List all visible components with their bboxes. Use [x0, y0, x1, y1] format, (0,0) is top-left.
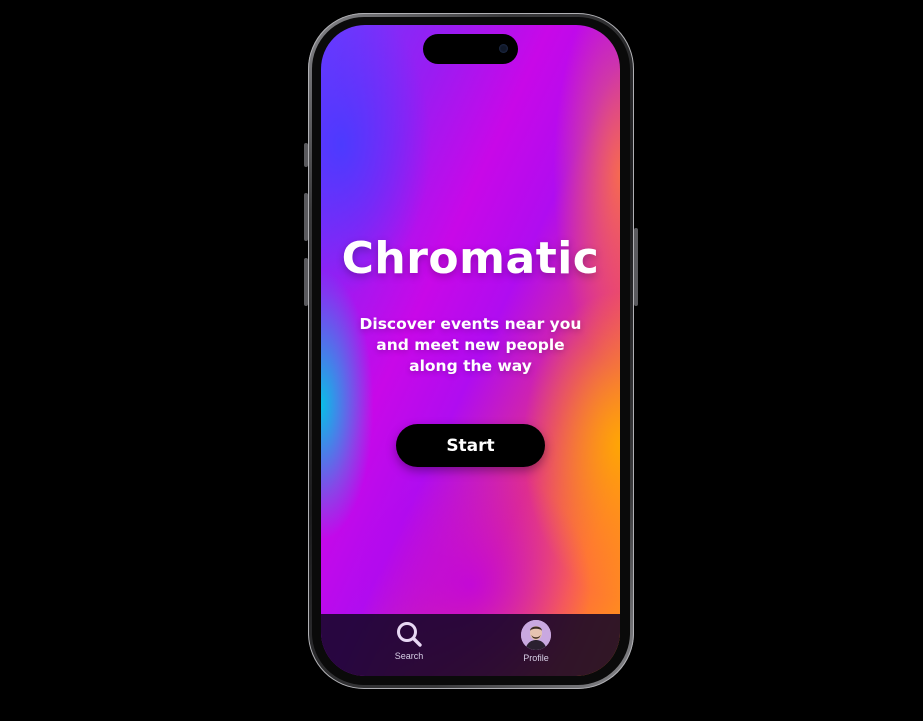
app-screen: Chromatic Discover events near you and m… — [321, 25, 620, 676]
tagline: Discover events near you and meet new pe… — [359, 315, 582, 375]
tab-profile[interactable]: Profile — [506, 620, 566, 670]
avatar — [521, 620, 551, 650]
start-button[interactable]: Start — [396, 424, 545, 467]
power-button — [634, 228, 638, 306]
stage: Chromatic Discover events near you and m… — [0, 0, 923, 721]
search-icon — [397, 622, 422, 647]
tab-bar: Search Profile — [321, 614, 620, 676]
avatar-portrait — [521, 620, 551, 650]
app-title: Chromatic — [341, 233, 600, 284]
welcome-view: Chromatic Discover events near you and m… — [321, 25, 620, 676]
tab-search-label: Search — [394, 651, 424, 661]
camera-icon — [499, 44, 508, 53]
tab-search[interactable]: Search — [379, 620, 439, 670]
volume-up-button — [304, 193, 308, 241]
volume-down-button — [304, 258, 308, 306]
action-button — [304, 143, 308, 167]
dynamic-island — [423, 34, 518, 64]
tab-profile-label: Profile — [523, 653, 549, 663]
